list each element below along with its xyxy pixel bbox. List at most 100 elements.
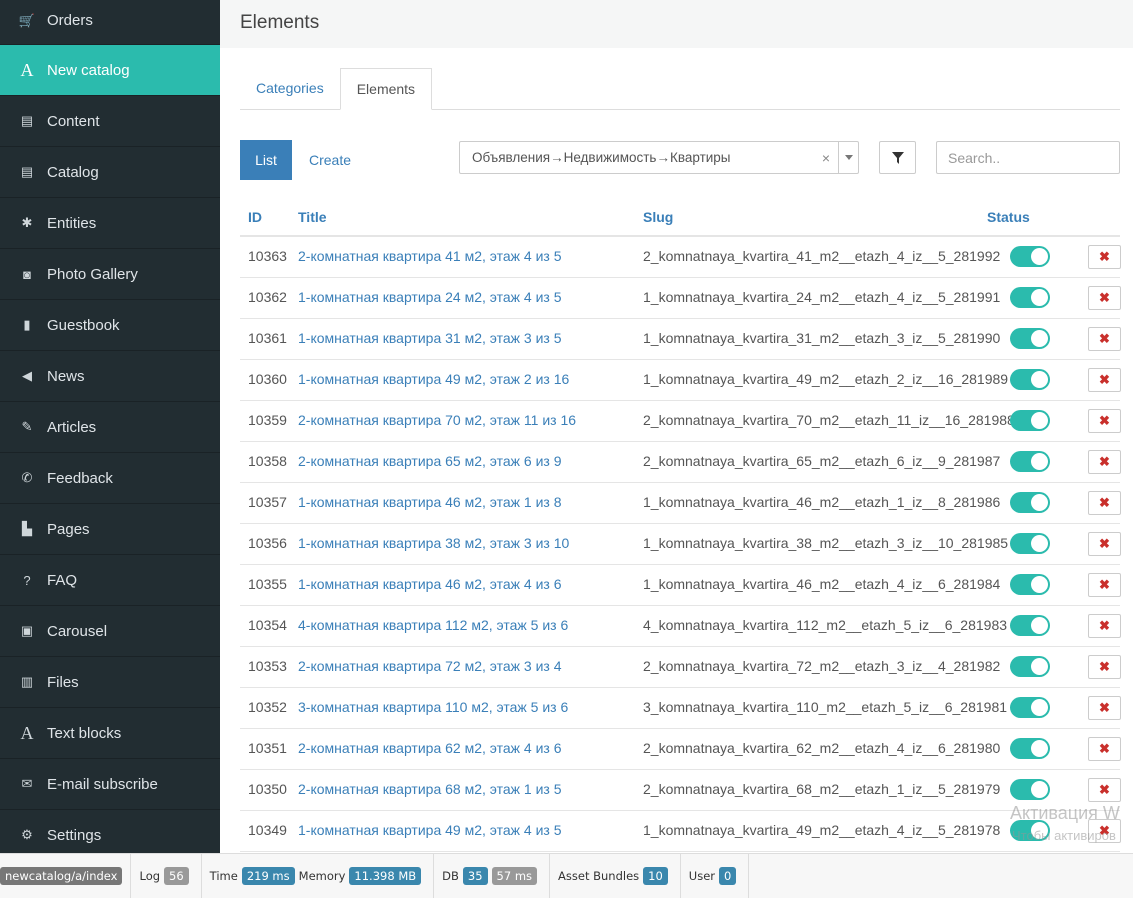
- table-row: 10362 1-комнатная квартира 24 м2, этаж 4 …: [240, 278, 1121, 319]
- sidebar-item-guestbook[interactable]: ▮ Guestbook: [0, 300, 220, 351]
- main-content: Elements Categories Elements List Create…: [220, 0, 1133, 853]
- row-title-link[interactable]: 1-комнатная квартира 49 м2, этаж 2 из 16: [298, 371, 569, 387]
- status-toggle[interactable]: [1010, 697, 1050, 718]
- row-title-link[interactable]: 1-комнатная квартира 46 м2, этаж 4 из 6: [298, 576, 562, 592]
- row-title-link[interactable]: 2-комнатная квартира 62 м2, этаж 4 из 6: [298, 740, 562, 756]
- tab-elements[interactable]: Elements: [339, 68, 433, 110]
- column-header-slug[interactable]: Slug: [643, 209, 673, 225]
- filter-button[interactable]: [879, 141, 916, 174]
- elements-table: ID Title Slug Status 10363 2-комнатная кв…: [240, 198, 1121, 852]
- row-title-link[interactable]: 2-комнатная квартира 72 м2, этаж 3 из 4: [298, 658, 562, 674]
- status-toggle[interactable]: [1010, 615, 1050, 636]
- row-title-link[interactable]: 2-комнатная квартира 41 м2, этаж 4 из 5: [298, 248, 562, 264]
- row-title-link[interactable]: 2-комнатная квартира 70 м2, этаж 11 из 1…: [298, 412, 576, 428]
- debug-db[interactable]: DB 35 57 ms: [434, 854, 551, 898]
- status-toggle[interactable]: [1010, 451, 1050, 472]
- tab-categories[interactable]: Categories: [240, 68, 340, 109]
- delete-button[interactable]: ✖: [1088, 573, 1121, 597]
- book-icon: ▮: [23, 317, 31, 332]
- status-toggle[interactable]: [1010, 369, 1050, 390]
- table-row: 10353 2-комнатная квартира 72 м2, этаж 3 …: [240, 647, 1121, 688]
- status-toggle[interactable]: [1010, 574, 1050, 595]
- log-label: Log: [139, 869, 161, 883]
- column-header-title[interactable]: Title: [298, 209, 327, 225]
- status-toggle[interactable]: [1010, 779, 1050, 800]
- debug-route[interactable]: newcatalog/a/index: [0, 854, 132, 898]
- sidebar-item-catalog[interactable]: ▤ Catalog: [0, 147, 220, 198]
- row-title-link[interactable]: 2-комнатная квартира 65 м2, этаж 6 из 9: [298, 453, 562, 469]
- row-title-link[interactable]: 1-комнатная квартира 31 м2, этаж 3 из 5: [298, 330, 562, 346]
- asterisk-icon: ✱: [21, 215, 33, 230]
- status-toggle[interactable]: [1010, 656, 1050, 677]
- create-link[interactable]: Create: [309, 140, 351, 180]
- debug-time[interactable]: Time 219 ms Memory 11.398 MB: [202, 854, 435, 898]
- list-button[interactable]: List: [240, 140, 292, 180]
- sidebar-item-files[interactable]: ▥ Files: [0, 657, 220, 708]
- delete-button[interactable]: ✖: [1088, 286, 1121, 310]
- status-toggle[interactable]: [1010, 738, 1050, 759]
- row-title-link[interactable]: 4-комнатная квартира 112 м2, этаж 5 из 6: [298, 617, 568, 633]
- row-title-link[interactable]: 1-комнатная квартира 24 м2, этаж 4 из 5: [298, 289, 562, 305]
- delete-button[interactable]: ✖: [1088, 532, 1121, 556]
- sidebar-item-news[interactable]: ◀ News: [0, 351, 220, 402]
- row-id: 10357: [248, 494, 287, 510]
- table-row: 10359 2-комнатная квартира 70 м2, этаж 11…: [240, 401, 1121, 442]
- sidebar-item-new-catalog[interactable]: A New catalog: [0, 45, 220, 96]
- status-toggle[interactable]: [1010, 492, 1050, 513]
- table-row: 10351 2-комнатная квартира 62 м2, этаж 4 …: [240, 729, 1121, 770]
- status-toggle[interactable]: [1010, 328, 1050, 349]
- db-count-badge: 35: [462, 867, 488, 885]
- sidebar-item-e-mail-subscribe[interactable]: ✉ E-mail subscribe: [0, 759, 220, 810]
- sidebar-item-settings[interactable]: ⚙ Settings: [0, 810, 220, 853]
- status-toggle[interactable]: [1010, 287, 1050, 308]
- search-input[interactable]: [936, 141, 1120, 174]
- sidebar-item-text-blocks[interactable]: A Text blocks: [0, 708, 220, 759]
- debug-user[interactable]: User 0: [681, 854, 750, 898]
- db-time-badge: 57 ms: [491, 867, 538, 885]
- sidebar-item-label: Orders: [47, 12, 93, 29]
- delete-button[interactable]: ✖: [1088, 737, 1121, 761]
- table-row: 10356 1-комнатная квартира 38 м2, этаж 3 …: [240, 524, 1121, 565]
- row-id: 10351: [248, 740, 287, 756]
- sidebar-item-articles[interactable]: ✎ Articles: [0, 402, 220, 453]
- row-title-link[interactable]: 1-комнатная квартира 49 м2, этаж 4 из 5: [298, 822, 562, 838]
- sidebar-item-carousel[interactable]: ▣ Carousel: [0, 606, 220, 657]
- sidebar-item-pages[interactable]: ▙ Pages: [0, 504, 220, 555]
- row-title-link[interactable]: 2-комнатная квартира 68 м2, этаж 1 из 5: [298, 781, 562, 797]
- chevron-down-icon[interactable]: [838, 142, 858, 173]
- sidebar-item-content[interactable]: ▤ Content: [0, 96, 220, 147]
- clear-icon[interactable]: ×: [822, 150, 830, 166]
- delete-button[interactable]: ✖: [1088, 409, 1121, 433]
- row-slug: 2_komnatnaya_kvartira_65_m2__etazh_6_iz_…: [643, 453, 1001, 469]
- status-toggle[interactable]: [1010, 410, 1050, 431]
- sidebar-item-feedback[interactable]: ✆ Feedback: [0, 453, 220, 504]
- row-slug: 1_komnatnaya_kvartira_31_m2__etazh_3_iz_…: [643, 330, 1001, 346]
- row-title-link[interactable]: 1-комнатная квартира 46 м2, этаж 1 из 8: [298, 494, 562, 510]
- log-count-badge: 56: [164, 867, 189, 885]
- delete-button[interactable]: ✖: [1088, 450, 1121, 474]
- sidebar-item-label: Text blocks: [47, 724, 122, 742]
- debug-log[interactable]: Log 56: [131, 854, 202, 898]
- delete-button[interactable]: ✖: [1088, 327, 1121, 351]
- memory-label: Memory: [298, 869, 346, 883]
- delete-button[interactable]: ✖: [1088, 778, 1121, 802]
- delete-button[interactable]: ✖: [1088, 655, 1121, 679]
- category-select[interactable]: Объявления→Недвижимость→Квартиры ×: [459, 141, 859, 174]
- sidebar-item-photo-gallery[interactable]: ◙ Photo Gallery: [0, 249, 220, 300]
- letter-a-icon: A: [20, 59, 34, 80]
- row-title-link[interactable]: 3-комнатная квартира 110 м2, этаж 5 из 6: [298, 699, 568, 715]
- sidebar-item-faq[interactable]: ? FAQ: [0, 555, 220, 606]
- delete-button[interactable]: ✖: [1088, 696, 1121, 720]
- delete-button[interactable]: ✖: [1088, 614, 1121, 638]
- column-header-status[interactable]: Status: [987, 209, 1030, 225]
- delete-button[interactable]: ✖: [1088, 368, 1121, 392]
- sidebar-item-entities[interactable]: ✱ Entities: [0, 198, 220, 249]
- sidebar-item-orders[interactable]: 🛒 Orders: [0, 0, 220, 45]
- debug-assets[interactable]: Asset Bundles 10: [550, 854, 681, 898]
- delete-button[interactable]: ✖: [1088, 245, 1121, 269]
- row-title-link[interactable]: 1-комнатная квартира 38 м2, этаж 3 из 10: [298, 535, 569, 551]
- column-header-id[interactable]: ID: [248, 209, 262, 225]
- status-toggle[interactable]: [1010, 246, 1050, 267]
- status-toggle[interactable]: [1010, 533, 1050, 554]
- delete-button[interactable]: ✖: [1088, 491, 1121, 515]
